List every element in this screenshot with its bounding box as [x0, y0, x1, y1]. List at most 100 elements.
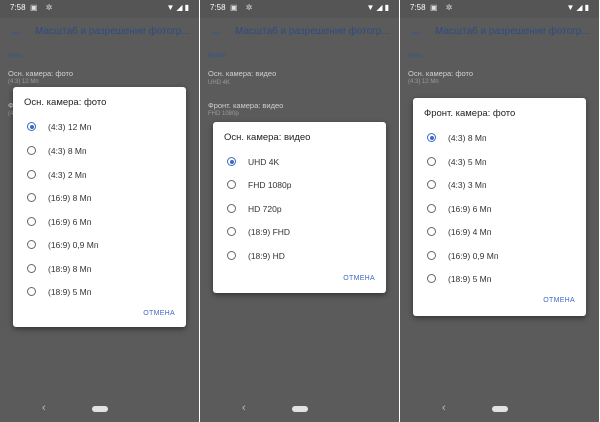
option-row[interactable]: (4:3) 3 Мп	[413, 174, 586, 198]
option-row[interactable]: (16:9) 4 Мп	[413, 221, 586, 245]
status-time: 7:58	[410, 3, 426, 12]
radio-button[interactable]	[27, 240, 36, 249]
resolution-dialog: Осн. камера: видео UHD 4K FHD 1080p HD 7…	[213, 122, 386, 293]
resolution-dialog: Фронт. камера: фото (4:3) 8 Мп (4:3) 5 М…	[413, 98, 586, 316]
status-icons: ▼◢▮	[166, 3, 191, 12]
option-label: (16:9) 0,9 Мп	[448, 251, 499, 261]
option-row[interactable]: (16:9) 6 Мп	[13, 211, 186, 235]
option-label: (4:3) 8 Мп	[448, 133, 487, 143]
option-row[interactable]: (4:3) 2 Мп	[13, 164, 186, 188]
app-bar: ← Масштаб и разрешение фотогр...	[400, 18, 599, 46]
status-time: 7:58	[210, 3, 226, 12]
option-row[interactable]: (4:3) 5 Мп	[413, 151, 586, 175]
radio-button[interactable]	[227, 251, 236, 260]
option-label: (4:3) 12 Мп	[48, 122, 92, 132]
phone-screen-2: 7:58 ▣ ✲ ▼◢▮ ← Масштаб и разрешение фото…	[200, 0, 399, 422]
option-label: (18:9) HD	[248, 251, 285, 261]
notification-icons: ▣ ✲	[30, 3, 56, 12]
radio-button-selected[interactable]	[27, 122, 36, 131]
option-row[interactable]: (4:3) 8 Мп	[413, 127, 586, 151]
option-row[interactable]: (16:9) 0,9 Мп	[413, 245, 586, 269]
setting-label[interactable]: Осн. камера: фото	[408, 69, 473, 78]
option-label: (18:9) 5 Мп	[48, 287, 92, 297]
option-label: HD 720p	[248, 204, 282, 214]
option-row[interactable]: (18:9) HD	[213, 245, 386, 269]
setting-label[interactable]: Осн. камера: фото	[8, 69, 73, 78]
radio-button[interactable]	[427, 157, 436, 166]
setting-label[interactable]: Фронт. камера: видео	[208, 101, 283, 110]
phone-screen-3: 7:58 ▣ ✲ ▼◢▮ ← Масштаб и разрешение фото…	[400, 0, 599, 422]
option-row[interactable]: (18:9) 5 Мп	[13, 281, 186, 305]
back-arrow-icon[interactable]: ←	[10, 23, 23, 38]
notification-icons: ▣ ✲	[230, 3, 256, 12]
nav-back-icon[interactable]: ‹	[42, 402, 46, 414]
navigation-bar: ‹	[0, 398, 199, 422]
status-bar: 7:58 ▣ ✲ ▼◢▮	[0, 0, 199, 18]
option-row[interactable]: (4:3) 12 Мп	[13, 116, 186, 140]
radio-button[interactable]	[227, 227, 236, 236]
radio-button[interactable]	[427, 204, 436, 213]
page-title: Масштаб и разрешение фотогр...	[435, 26, 590, 37]
option-row[interactable]: (18:9) 5 Мп	[413, 268, 586, 292]
cancel-button[interactable]: ОТМЕНА	[343, 275, 375, 282]
option-label: (4:3) 3 Мп	[448, 180, 487, 190]
option-row[interactable]: (16:9) 6 Мп	[413, 198, 586, 222]
radio-button[interactable]	[27, 287, 36, 296]
option-row[interactable]: (16:9) 0,9 Мп	[13, 234, 186, 258]
radio-button[interactable]	[427, 180, 436, 189]
option-label: (18:9) 5 Мп	[448, 274, 492, 284]
option-label: (4:3) 5 Мп	[448, 157, 487, 167]
radio-button[interactable]	[27, 146, 36, 155]
setting-label[interactable]: Осн. камера: видео	[208, 69, 276, 78]
navigation-bar: ‹	[400, 398, 599, 422]
status-time: 7:58	[10, 3, 26, 12]
nav-back-icon[interactable]: ‹	[442, 402, 446, 414]
option-label: (18:9) FHD	[248, 227, 291, 237]
radio-button[interactable]	[427, 251, 436, 260]
option-row[interactable]: (16:9) 8 Мп	[13, 187, 186, 211]
radio-button[interactable]	[427, 274, 436, 283]
option-label: (18:9) 8 Мп	[48, 264, 92, 274]
option-label: UHD 4K	[248, 157, 280, 167]
option-row[interactable]: FHD 1080p	[213, 174, 386, 198]
dialog-title: Осн. камера: видео	[224, 132, 311, 143]
phone-screen-1: 7:58 ▣ ✲ ▼◢▮ ← Масштаб и разрешение фото…	[0, 0, 199, 422]
notification-icons: ▣ ✲	[430, 3, 456, 12]
radio-button[interactable]	[427, 227, 436, 236]
radio-button-selected[interactable]	[227, 157, 236, 166]
section-header: Фото	[8, 53, 22, 59]
radio-button[interactable]	[27, 264, 36, 273]
home-pill-icon[interactable]	[92, 406, 108, 412]
option-row[interactable]: HD 720p	[213, 198, 386, 222]
status-icons: ▼◢▮	[566, 3, 591, 12]
section-header: Видео	[208, 53, 226, 59]
radio-button-selected[interactable]	[427, 133, 436, 142]
back-arrow-icon[interactable]: ←	[210, 23, 223, 38]
home-pill-icon[interactable]	[492, 406, 508, 412]
cancel-button[interactable]: ОТМЕНА	[543, 297, 575, 304]
radio-button[interactable]	[27, 170, 36, 179]
option-label: (16:9) 0,9 Мп	[48, 240, 99, 250]
setting-value: UHD 4K	[208, 80, 231, 86]
back-arrow-icon[interactable]: ←	[410, 23, 423, 38]
option-row[interactable]: UHD 4K	[213, 151, 386, 175]
option-row[interactable]: (18:9) 8 Мп	[13, 258, 186, 282]
page-title: Масштаб и разрешение фотогр...	[35, 26, 190, 37]
option-row[interactable]: (18:9) FHD	[213, 221, 386, 245]
option-label: (16:9) 6 Мп	[448, 204, 492, 214]
navigation-bar: ‹	[200, 398, 399, 422]
home-pill-icon[interactable]	[292, 406, 308, 412]
option-label: (4:3) 8 Мп	[48, 146, 87, 156]
radio-button[interactable]	[227, 180, 236, 189]
option-label: (16:9) 4 Мп	[448, 227, 492, 237]
cancel-button[interactable]: ОТМЕНА	[143, 310, 175, 317]
radio-button[interactable]	[27, 193, 36, 202]
setting-value: FHD 1080p	[208, 111, 239, 117]
nav-back-icon[interactable]: ‹	[242, 402, 246, 414]
radio-button[interactable]	[227, 204, 236, 213]
section-header: Фото	[408, 53, 422, 59]
option-row[interactable]: (4:3) 8 Мп	[13, 140, 186, 164]
status-bar: 7:58 ▣ ✲ ▼◢▮	[400, 0, 599, 18]
page-title: Масштаб и разрешение фотогр...	[235, 26, 390, 37]
radio-button[interactable]	[27, 217, 36, 226]
